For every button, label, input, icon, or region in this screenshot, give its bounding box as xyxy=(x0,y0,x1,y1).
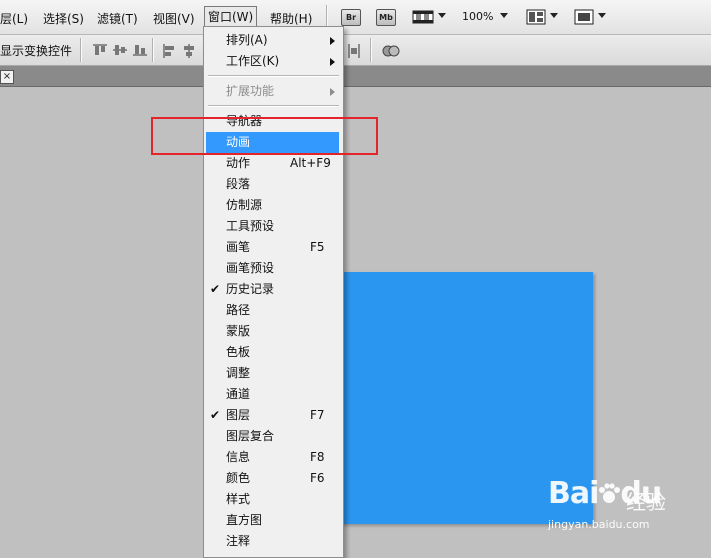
menu-item-adjustments[interactable]: 调整 xyxy=(206,363,339,384)
menu-item-label: 调整 xyxy=(226,366,251,380)
menu-item-notes[interactable]: 注释 xyxy=(206,531,339,552)
watermark: Bai du 经验 jingyan.baidu.com xyxy=(540,476,680,542)
menu-bar: 层(L) 选择(S) 滤镜(T) 视图(V) 窗口(W) 帮助(H) Br Mb… xyxy=(0,0,711,35)
menu-item-label: 工作区(K) xyxy=(226,54,280,68)
align-vertical-center-icon[interactable] xyxy=(112,43,128,57)
menu-item-brush-presets[interactable]: 画笔预设 xyxy=(206,258,339,279)
menu-item-shortcut: F5 xyxy=(310,240,325,254)
menu-item-label: 画笔 xyxy=(226,240,251,254)
options-separator xyxy=(370,38,372,62)
menu-separator xyxy=(208,105,339,107)
align-bottom-icon[interactable] xyxy=(132,43,148,57)
close-icon[interactable]: × xyxy=(0,70,14,84)
menu-item-label: 信息 xyxy=(226,450,251,464)
menu-item-channels[interactable]: 通道 xyxy=(206,384,339,405)
options-separator xyxy=(152,38,154,62)
menu-item-clone-source[interactable]: 仿制源 xyxy=(206,195,339,216)
options-separator xyxy=(80,38,82,62)
menu-item-histogram[interactable]: 直方图 xyxy=(206,510,339,531)
menu-item-label: 段落 xyxy=(226,177,251,191)
menu-select[interactable]: 选择(S) xyxy=(43,10,84,27)
menu-item-label: 排列(A) xyxy=(226,33,268,47)
menu-item-label: 样式 xyxy=(226,492,251,506)
menu-item-actions[interactable]: 动作 Alt+F9 xyxy=(206,153,339,174)
menu-item-layers[interactable]: ✔ 图层 F7 xyxy=(206,405,339,426)
watermark-brand-part: Bai xyxy=(548,476,599,511)
menu-item-extensions: 扩展功能 xyxy=(206,81,339,102)
bridge-button[interactable]: Br xyxy=(341,9,361,26)
checkmark-icon: ✔ xyxy=(210,408,221,422)
menu-item-shortcut: F7 xyxy=(310,408,325,422)
menu-item-label: 颜色 xyxy=(226,471,251,485)
align-horizontal-center-icon[interactable] xyxy=(182,43,196,59)
highlight-annotation-box xyxy=(151,117,378,155)
screen-mode-icon[interactable] xyxy=(574,9,594,25)
arrange-documents-icon[interactable] xyxy=(526,9,546,25)
chevron-down-icon[interactable] xyxy=(598,13,606,18)
menu-item-tool-presets[interactable]: 工具预设 xyxy=(206,216,339,237)
watermark-url: jingyan.baidu.com xyxy=(548,518,650,531)
watermark-word: 经验 xyxy=(626,490,666,514)
menu-item-shortcut: F6 xyxy=(310,471,325,485)
submenu-arrow-icon xyxy=(330,58,335,66)
menu-item-color[interactable]: 颜色 F6 xyxy=(206,468,339,489)
submenu-arrow-icon xyxy=(330,37,335,45)
menu-item-brush[interactable]: 画笔 F5 xyxy=(206,237,339,258)
submenu-arrow-icon xyxy=(330,88,335,96)
menu-filter[interactable]: 滤镜(T) xyxy=(97,10,138,27)
menu-separator xyxy=(208,75,339,77)
distribute-icon[interactable] xyxy=(347,43,361,59)
menu-layer[interactable]: 层(L) xyxy=(0,10,28,27)
menu-item-paths[interactable]: 路径 xyxy=(206,300,339,321)
chevron-down-icon[interactable] xyxy=(550,13,558,18)
menu-item-label: 仿制源 xyxy=(226,198,263,212)
menu-view[interactable]: 视图(V) xyxy=(153,10,195,27)
menu-item-shortcut: F8 xyxy=(310,450,325,464)
menu-item-layer-comps[interactable]: 图层复合 xyxy=(206,426,339,447)
menu-item-label: 扩展功能 xyxy=(226,84,275,98)
menu-item-label: 路径 xyxy=(226,303,251,317)
window-menu-dropdown: 排列(A) 工作区(K) 扩展功能 导航器 动画 动作 Alt+F9 段落 仿制… xyxy=(203,26,344,558)
menu-item-paragraph[interactable]: 段落 xyxy=(206,174,339,195)
menu-item-label: 动作 xyxy=(226,156,251,170)
document-tab-strip: × xyxy=(0,66,711,87)
menu-item-label: 工具预设 xyxy=(226,219,275,233)
menu-window[interactable]: 窗口(W) xyxy=(204,6,258,28)
menu-item-history[interactable]: ✔ 历史记录 xyxy=(206,279,339,300)
menu-item-label: 通道 xyxy=(226,387,251,401)
align-left-icon[interactable] xyxy=(162,43,176,59)
auto-align-icon[interactable] xyxy=(382,43,400,59)
chevron-down-icon[interactable] xyxy=(500,13,508,18)
show-transform-controls-label[interactable]: 显示变换控件 xyxy=(0,42,72,59)
film-strip-icon[interactable] xyxy=(412,9,434,25)
zoom-level[interactable]: 100% xyxy=(462,10,493,23)
checkmark-icon: ✔ xyxy=(210,282,221,296)
chevron-down-icon[interactable] xyxy=(438,13,446,18)
menu-item-label: 色板 xyxy=(226,345,251,359)
menu-item-arrange[interactable]: 排列(A) xyxy=(206,30,339,51)
align-top-icon[interactable] xyxy=(92,43,108,57)
menu-help[interactable]: 帮助(H) xyxy=(270,10,312,27)
menu-item-masks[interactable]: 蒙版 xyxy=(206,321,339,342)
menu-item-info[interactable]: 信息 F8 xyxy=(206,447,339,468)
options-bar: 显示变换控件 xyxy=(0,35,711,66)
menu-item-shortcut: Alt+F9 xyxy=(290,156,331,170)
menu-item-label: 直方图 xyxy=(226,513,263,527)
menu-item-styles[interactable]: 样式 xyxy=(206,489,339,510)
mini-bridge-button[interactable]: Mb xyxy=(376,9,396,26)
menu-item-label: 图层复合 xyxy=(226,429,275,443)
paw-icon xyxy=(599,483,621,503)
menu-item-workspace[interactable]: 工作区(K) xyxy=(206,51,339,72)
menu-item-label: 蒙版 xyxy=(226,324,251,338)
menu-item-label: 画笔预设 xyxy=(226,261,275,275)
menu-item-label: 注释 xyxy=(226,534,251,548)
menu-item-label: 历史记录 xyxy=(226,282,275,296)
menu-item-label: 图层 xyxy=(226,408,251,422)
menu-item-swatches[interactable]: 色板 xyxy=(206,342,339,363)
